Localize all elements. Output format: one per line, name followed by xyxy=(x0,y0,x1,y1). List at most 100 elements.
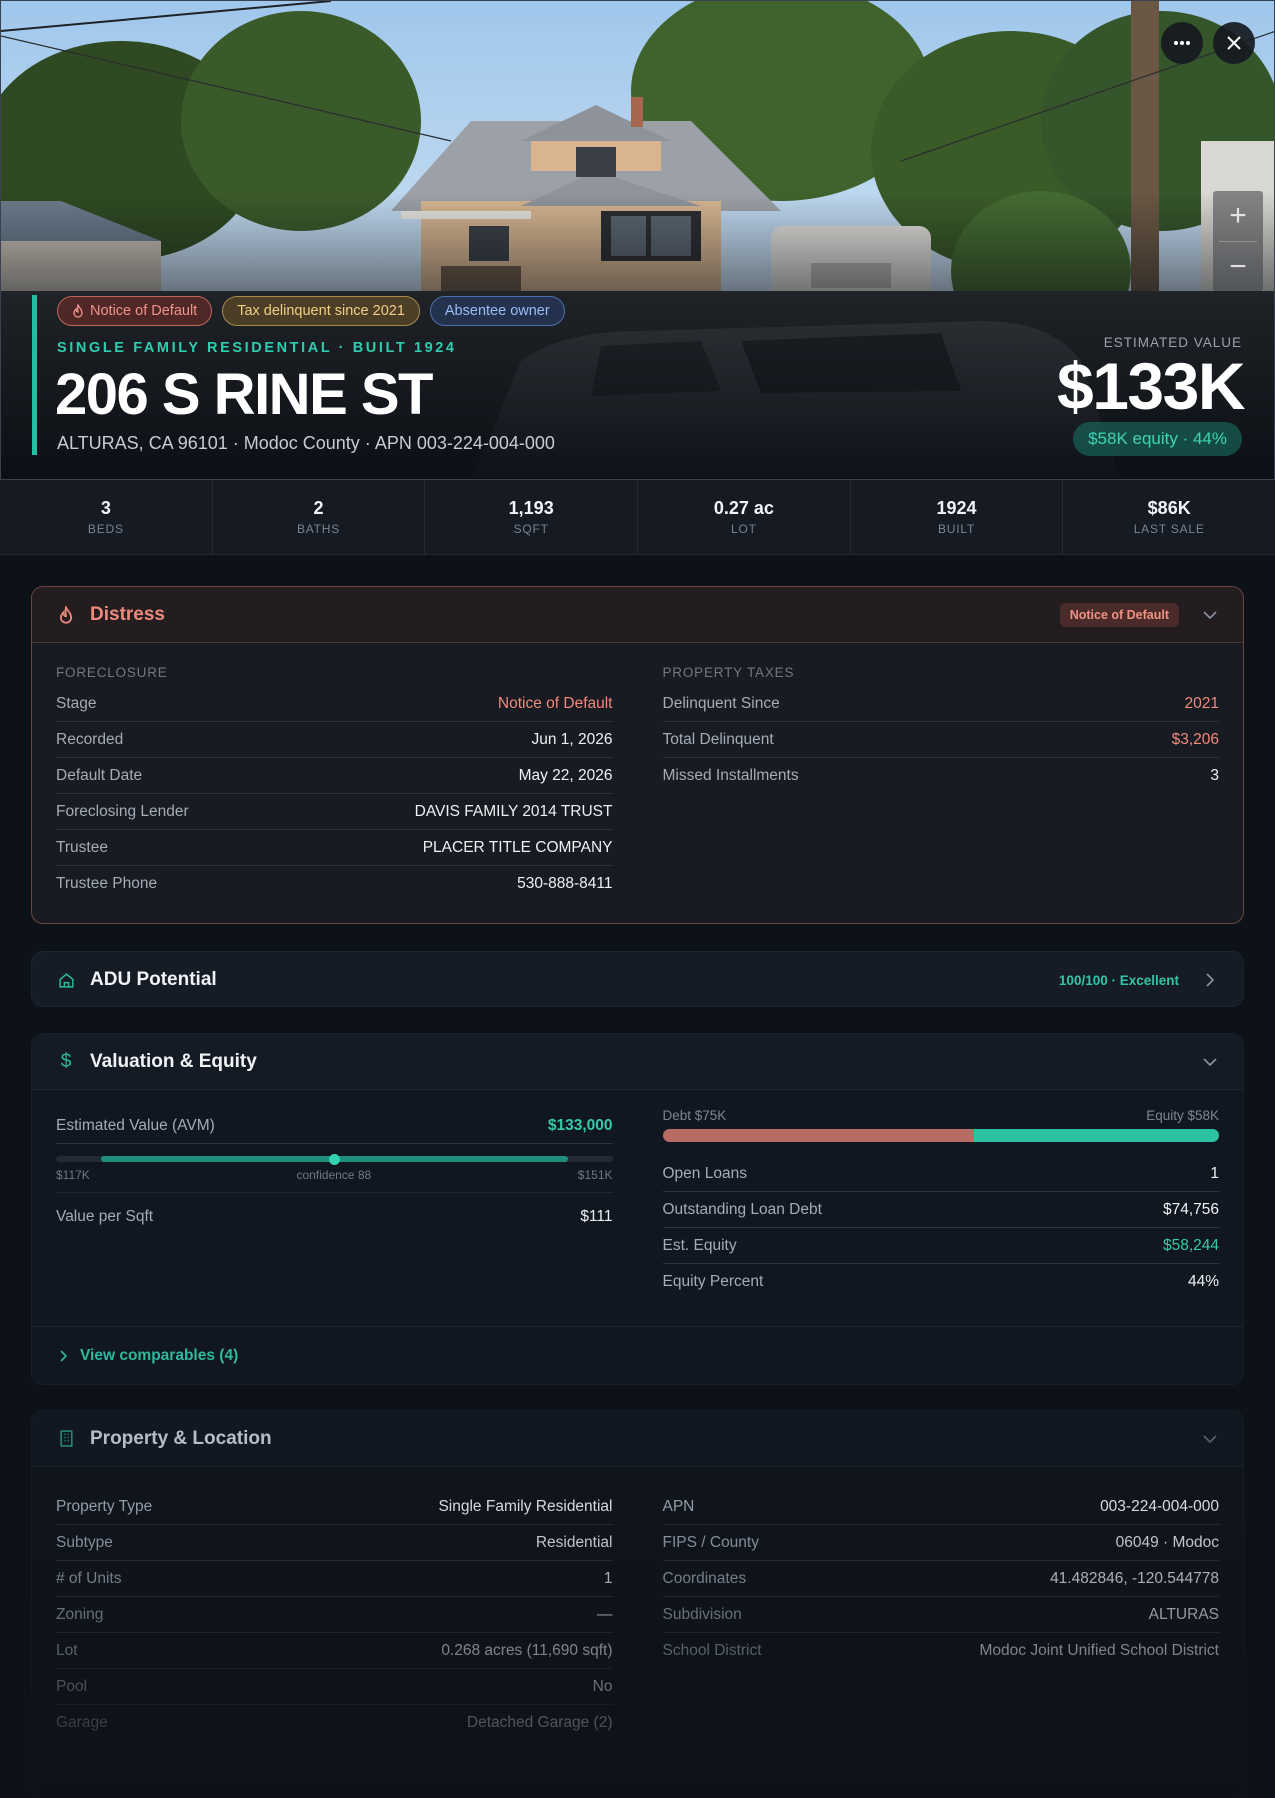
stat-label: LAST SALE xyxy=(1133,522,1205,536)
row-value: $74,756 xyxy=(1162,1200,1219,1218)
debt-label: Debt $75K xyxy=(662,1108,727,1123)
foreclosure-section: FORECLOSURE Stage Notice of Default Recor… xyxy=(56,643,613,902)
row-value: 530-888-8411 xyxy=(517,875,613,892)
accent-bar xyxy=(32,295,37,455)
detail-row: Coordinates 41.482846, -120.544778 xyxy=(662,1561,1219,1597)
status-badge: Notice of Default xyxy=(1059,602,1179,627)
row-value: $58,244 xyxy=(1162,1236,1219,1254)
row-key: Garage xyxy=(56,1714,108,1731)
stat-last-sale: $86K LAST SALE xyxy=(1063,480,1275,554)
tag-label: Absentee owner xyxy=(444,303,550,319)
property-title: Property & Location xyxy=(90,1427,272,1449)
equity-label: Equity $58K xyxy=(1146,1108,1219,1123)
range-low: $117K xyxy=(56,1168,90,1182)
detail-row: Lot 0.268 acres (11,690 sqft) xyxy=(56,1633,613,1669)
stat-value: 0.27 ac xyxy=(713,498,774,518)
loan-equity-section: Debt $75K Equity $58K Open Loans 1 Outsta… xyxy=(662,1090,1220,1300)
row-key: Subtype xyxy=(56,1533,113,1551)
detail-row: Est. Equity $58,244 xyxy=(662,1228,1219,1264)
row-key: Default Date xyxy=(56,766,143,784)
row-key: Lot xyxy=(56,1641,78,1659)
row-value: 003-224-004-000 xyxy=(1100,1497,1219,1515)
tag-label: Tax delinquent since 2021 xyxy=(237,303,405,319)
row-value: 06049 · Modoc xyxy=(1115,1533,1219,1551)
street-view-hero: + − Notice of Default Tax delinquent sin… xyxy=(0,0,1275,480)
row-key: Delinquent Since xyxy=(662,694,780,712)
row-value: 3 xyxy=(1210,767,1219,784)
row-value: Notice of Default xyxy=(497,694,613,712)
detail-row: Stage Notice of Default xyxy=(56,686,613,722)
close-button[interactable] xyxy=(1213,22,1255,64)
stat-value: 1,193 xyxy=(508,498,554,518)
stat-value: $86K xyxy=(1147,498,1191,518)
section-label: PROPERTY TAXES xyxy=(662,665,795,680)
stat-beds: 3 BEDS xyxy=(0,480,213,554)
chevron-right-icon[interactable] xyxy=(1201,971,1219,989)
stat-label: BEDS xyxy=(87,522,124,536)
avm-row: Estimated Value (AVM) $133,000 xyxy=(56,1108,613,1144)
debt-segment xyxy=(662,1129,975,1142)
row-value: Jun 1, 2026 xyxy=(531,730,613,748)
comparables-label: View comparables (4) xyxy=(80,1346,239,1364)
range-labels: $117K confidence 88 $151K xyxy=(56,1168,613,1193)
tag-notice-of-default: Notice of Default xyxy=(57,296,213,326)
section-label: FORECLOSURE xyxy=(56,665,168,680)
row-key: School District xyxy=(662,1642,762,1659)
debt-equity-labels: Debt $75K Equity $58K xyxy=(663,1108,1220,1123)
more-options-button[interactable] xyxy=(1161,22,1203,64)
property-header[interactable]: Property & Location xyxy=(32,1411,1243,1467)
tag-label: Notice of Default xyxy=(90,303,198,319)
row-key: Equity Percent xyxy=(662,1273,764,1290)
adu-potential-card[interactable]: ADU Potential 100/100 · Excellent xyxy=(31,951,1244,1007)
stats-bar: 3 BEDS 2 BATHS 1,193 SQFT 0.27 ac LOT 1924 BU… xyxy=(0,480,1275,555)
detail-row: Total Delinquent $3,206 xyxy=(662,722,1219,758)
valuation-title: Valuation & Equity xyxy=(90,1050,257,1072)
stat-lot: 0.27 ac LOT xyxy=(638,480,851,554)
detail-row: Delinquent Since 2021 xyxy=(662,686,1219,722)
detail-row: Trustee PLACER TITLE COMPANY xyxy=(56,830,613,866)
row-key: # of Units xyxy=(56,1569,122,1587)
chevron-down-icon[interactable] xyxy=(1201,606,1219,624)
confidence-label: confidence 88 xyxy=(296,1168,372,1182)
avm-value: $133,000 xyxy=(547,1116,613,1134)
view-comparables-link[interactable]: View comparables (4) xyxy=(32,1326,1243,1384)
detail-row: Open Loans 1 xyxy=(662,1156,1219,1192)
detail-row: APN 003-224-004-000 xyxy=(662,1489,1219,1525)
row-key: Trustee Phone xyxy=(56,875,158,892)
property-location: ALTURAS, CA 96101 · Modoc County · APN 0… xyxy=(57,433,555,453)
range-high: $151K xyxy=(577,1168,613,1182)
chevron-down-icon[interactable] xyxy=(1201,1430,1219,1448)
stat-label: LOT xyxy=(730,522,757,536)
row-key: FIPS / County xyxy=(662,1533,759,1551)
flame-icon xyxy=(73,304,83,318)
row-value: 2021 xyxy=(1184,694,1219,712)
row-key: Est. Equity xyxy=(662,1236,737,1254)
detail-row: Missed Installments 3 xyxy=(663,758,1220,794)
row-key: Trustee xyxy=(56,838,108,856)
zoom-out-button[interactable]: − xyxy=(1213,242,1263,292)
stat-built: 1924 BUILT xyxy=(851,480,1064,554)
detail-row: Zoning — xyxy=(56,1597,613,1633)
detail-row: Garage Detached Garage (2) xyxy=(56,1705,613,1741)
flame-icon xyxy=(56,605,76,625)
property-location-card: Property & Location Property Type Single … xyxy=(31,1410,1244,1798)
stat-value: 1924 xyxy=(936,498,977,518)
row-value: May 22, 2026 xyxy=(518,766,613,784)
property-address: 206 S RINE ST xyxy=(55,362,433,427)
row-key: Subdivision xyxy=(662,1605,742,1623)
detail-row: Equity Percent 44% xyxy=(663,1264,1220,1300)
status-tags: Notice of Default Tax delinquent since 2… xyxy=(57,296,565,326)
chevron-down-icon[interactable] xyxy=(1201,1053,1219,1071)
row-value: 1 xyxy=(603,1569,613,1587)
stat-label: BUILT xyxy=(937,522,976,536)
row-value: 1 xyxy=(1210,1164,1219,1182)
adu-header[interactable]: ADU Potential 100/100 · Excellent xyxy=(32,952,1243,1006)
zoom-in-button[interactable]: + xyxy=(1213,191,1263,241)
distress-header[interactable]: Distress Notice of Default xyxy=(32,587,1243,643)
detail-row: FIPS / County 06049 · Modoc xyxy=(662,1525,1219,1561)
home-icon xyxy=(56,970,76,990)
row-value: Detached Garage (2) xyxy=(466,1714,613,1731)
row-key: Property Type xyxy=(56,1497,153,1515)
valuation-header[interactable]: $ Valuation & Equity xyxy=(32,1034,1243,1090)
detail-row: # of Units 1 xyxy=(56,1561,613,1597)
